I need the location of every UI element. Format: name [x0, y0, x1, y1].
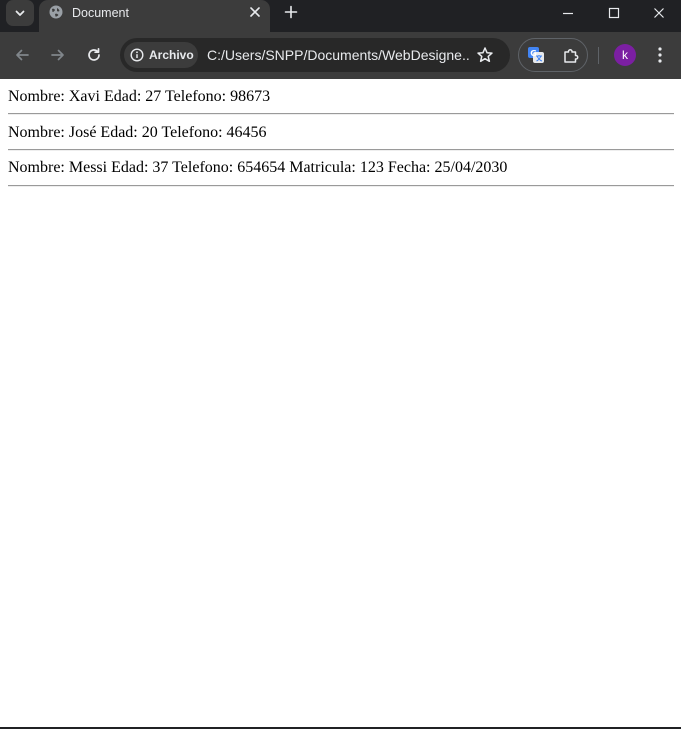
record-line: Nombre: Messi Edad: 37 Telefono: 654654 …	[8, 159, 508, 176]
tab-document[interactable]: Document	[39, 0, 270, 32]
record-line: Nombre: José Edad: 20 Telefono: 46456	[8, 124, 267, 141]
extensions-pill: G	[518, 38, 588, 72]
maximize-icon	[608, 7, 620, 19]
window-close-button[interactable]	[636, 0, 681, 26]
reload-icon[interactable]	[86, 47, 102, 63]
translate-icon[interactable]: G	[527, 46, 545, 64]
record-divider	[8, 113, 674, 115]
address-bar[interactable]: Archivo C:/Users/SNPP/Documents/WebDesig…	[120, 38, 510, 72]
back-arrow-icon[interactable]	[14, 47, 30, 63]
record-divider	[8, 185, 674, 187]
tab-search-button[interactable]	[6, 0, 34, 26]
profile-avatar[interactable]: k	[614, 44, 636, 66]
chevron-down-icon	[15, 10, 25, 16]
close-icon[interactable]	[248, 5, 262, 19]
page-viewport: Nombre: Xavi Edad: 27 Telefono: 98673 No…	[0, 79, 681, 729]
url-text[interactable]: C:/Users/SNPP/Documents/WebDesigne...	[207, 46, 471, 64]
kebab-menu-icon[interactable]	[652, 46, 668, 64]
toolbar-divider	[598, 47, 599, 64]
record-divider	[8, 149, 674, 151]
site-info-label: Archivo	[149, 48, 194, 62]
info-icon	[130, 48, 144, 62]
tab-strip: Document	[0, 0, 681, 32]
bookmark-star-icon[interactable]	[476, 46, 494, 64]
tab-title: Document	[72, 6, 129, 20]
new-tab-icon[interactable]	[284, 5, 298, 19]
close-window-icon	[654, 8, 664, 18]
forward-arrow-icon[interactable]	[50, 47, 66, 63]
minimize-button[interactable]	[545, 0, 591, 26]
puzzle-piece-icon[interactable]	[562, 46, 580, 64]
browser-toolbar: Archivo C:/Users/SNPP/Documents/WebDesig…	[0, 32, 681, 79]
globe-icon	[49, 5, 63, 19]
minimize-icon	[563, 12, 573, 15]
record-line: Nombre: Xavi Edad: 27 Telefono: 98673	[8, 88, 271, 105]
site-info-chip[interactable]: Archivo	[124, 42, 198, 68]
maximize-button[interactable]	[591, 0, 637, 26]
svg-text:G: G	[530, 49, 537, 58]
